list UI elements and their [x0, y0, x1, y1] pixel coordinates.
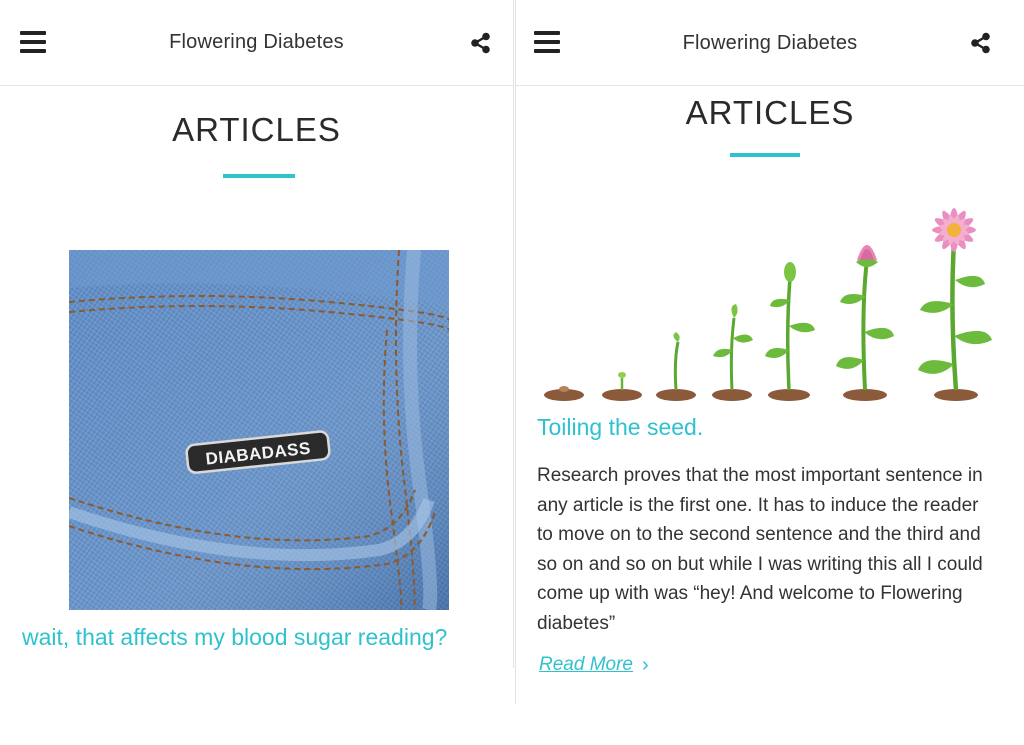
site-title[interactable]: Flowering Diabetes [0, 31, 513, 54]
app-header: Flowering Diabetes [0, 0, 513, 86]
screen-left: Flowering Diabetes ARTICLES DIABADASS wa… [0, 0, 514, 668]
article-title-link[interactable]: Toiling the seed. [537, 414, 703, 441]
share-icon[interactable] [970, 32, 992, 54]
section-title: ARTICLES [685, 94, 855, 131]
chevron-right-icon[interactable]: › [642, 654, 649, 677]
plant-growth-image [544, 208, 992, 401]
site-title[interactable]: Flowering Diabetes [516, 32, 1024, 55]
article-title-link[interactable]: wait, that affects my blood sugar readin… [22, 624, 447, 651]
article-image-denim[interactable]: DIABADASS [69, 250, 449, 610]
screen-right: Flowering Diabetes ARTICLES Toiling the … [515, 0, 1024, 704]
section-title: ARTICLES [172, 111, 341, 148]
denim-pin-image: DIABADASS [69, 250, 449, 610]
article-excerpt: Research proves that the most important … [537, 465, 983, 634]
read-more-link[interactable]: Read More [539, 654, 633, 676]
share-icon[interactable] [470, 32, 492, 54]
app-header: Flowering Diabetes [516, 0, 1024, 86]
article-image-growth[interactable] [540, 200, 996, 402]
title-underline [223, 174, 295, 178]
title-underline [730, 153, 800, 157]
